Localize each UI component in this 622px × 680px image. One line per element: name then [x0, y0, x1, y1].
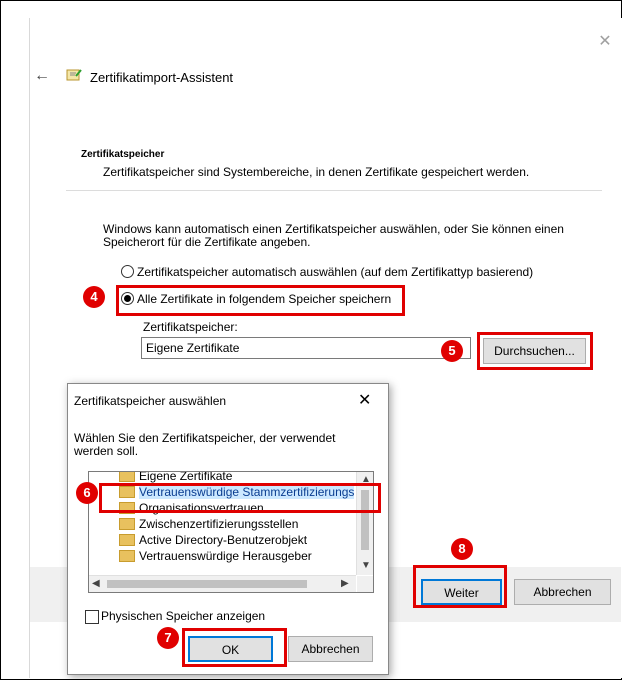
tree-item[interactable]: Zwischenzertifizierungsstellen — [119, 516, 298, 532]
highlight-step6 — [99, 483, 381, 513]
radio-auto-store[interactable] — [121, 265, 134, 278]
wizard-title: Zertifikatimport-Assistent — [90, 70, 234, 85]
cancel-button[interactable]: Abbrechen — [514, 579, 611, 605]
section-title: Zertifikatspeicher — [81, 149, 165, 160]
folder-icon — [119, 472, 135, 482]
section-description: Zertifikatspeicher sind Systembereiche, … — [103, 165, 530, 179]
info-text: Windows kann automatisch einen Zertifika… — [103, 222, 564, 249]
scroll-thumb-h[interactable] — [107, 580, 307, 588]
store-label: Zertifikatspeicher: — [143, 320, 238, 334]
highlight-step5 — [477, 332, 593, 370]
scroll-corner — [357, 576, 373, 592]
folder-icon — [119, 517, 135, 530]
highlight-step8 — [413, 565, 507, 608]
scroll-right-icon[interactable]: ▶ — [341, 578, 349, 589]
folder-icon — [119, 533, 135, 546]
tree-item[interactable]: Active Directory-Benutzerobjekt — [119, 532, 307, 548]
store-field[interactable]: Eigene Zertifikate — [141, 337, 471, 359]
highlight-step4 — [116, 285, 405, 316]
folder-icon — [119, 549, 135, 562]
horizontal-scrollbar[interactable]: ◀ ▶ — [89, 575, 356, 592]
close-icon[interactable]: ✕ — [598, 34, 612, 50]
step-badge-5: 5 — [441, 340, 463, 362]
dialog-cancel-button[interactable]: Abbrechen — [288, 636, 373, 662]
dialog-close-icon[interactable]: ✕ — [358, 390, 371, 410]
dialog-title: Zertifikatspeicher auswählen — [74, 394, 227, 408]
scroll-left-icon[interactable]: ◀ — [92, 578, 100, 589]
step-badge-7: 7 — [157, 627, 179, 649]
step-badge-4: 4 — [83, 286, 105, 308]
certificate-icon — [66, 69, 82, 81]
physical-store-label[interactable]: Physischen Speicher anzeigen — [101, 609, 265, 623]
step-badge-6: 6 — [76, 482, 98, 504]
scroll-down-icon[interactable]: ▼ — [361, 560, 371, 571]
highlight-step7 — [182, 628, 287, 667]
step-badge-8: 8 — [451, 538, 473, 560]
tree-item[interactable]: Vertrauenswürdige Herausgeber — [119, 548, 312, 564]
radio-auto-label[interactable]: Zertifikatspeicher automatisch auswählen… — [137, 265, 533, 279]
divider — [66, 190, 602, 191]
dialog-description: Wählen Sie den Zertifikatspeicher, der v… — [74, 431, 336, 458]
physical-store-checkbox[interactable] — [85, 610, 99, 624]
back-arrow-icon[interactable]: ← — [34, 67, 50, 85]
